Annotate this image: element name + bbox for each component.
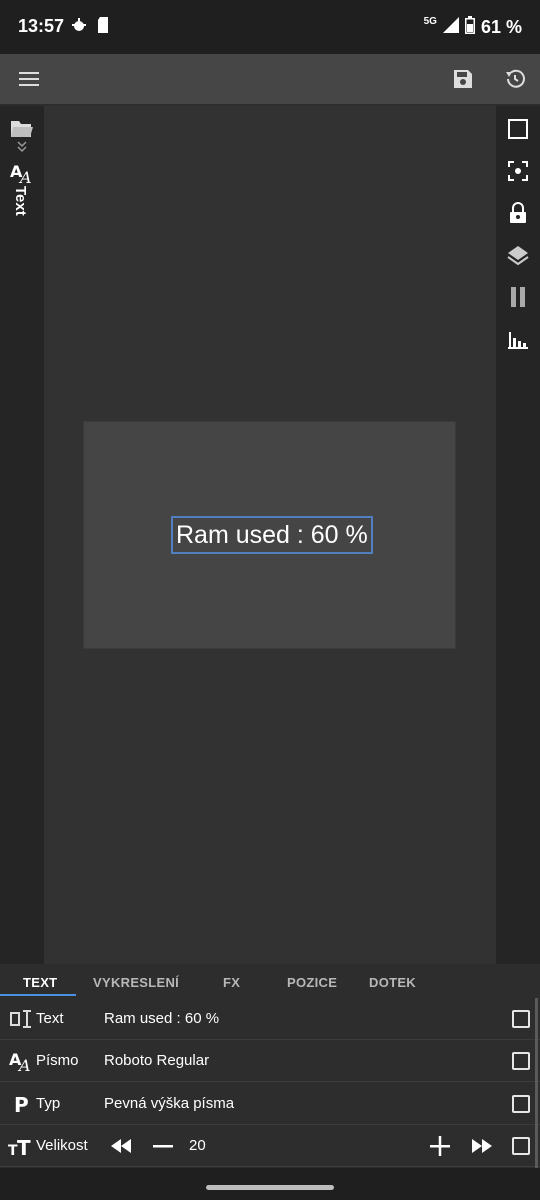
sd-card-icon <box>96 16 110 39</box>
top-toolbar <box>0 54 540 104</box>
checkbox-text[interactable] <box>512 1010 530 1028</box>
tab-pozice[interactable]: POZICE <box>287 975 337 990</box>
square-icon[interactable] <box>503 114 533 144</box>
status-bar: 13:57 5G 61 % <box>0 0 540 54</box>
font-icon[interactable]: AA <box>7 158 37 188</box>
active-tab-indicator <box>0 994 76 996</box>
pause-icon[interactable] <box>503 282 533 312</box>
tab-vykresleni[interactable]: VYKRESLENÍ <box>93 975 179 990</box>
prop-row-type[interactable]: P Typ Pevná výška písma <box>0 1083 540 1125</box>
double-chevron-down-icon[interactable] <box>7 138 37 156</box>
prop-value-font[interactable]: Roboto Regular <box>104 1052 209 1069</box>
menu-icon[interactable] <box>14 64 44 94</box>
prop-row-size: TT Velikost 20 <box>0 1125 540 1167</box>
status-time: 13:57 <box>18 16 65 36</box>
minus-icon[interactable] <box>150 1133 176 1159</box>
font-icon: AA <box>8 1048 34 1074</box>
prop-label-type: Typ <box>36 1095 61 1112</box>
history-icon[interactable] <box>500 64 530 94</box>
rewind-icon[interactable] <box>108 1133 134 1159</box>
left-rail: AA Text <box>0 106 44 964</box>
right-rail <box>496 106 540 964</box>
bug-icon <box>70 16 88 39</box>
widget-text-element[interactable]: Ram used : 60 % <box>171 516 373 554</box>
svg-text:A: A <box>17 1056 31 1073</box>
navigation-bar <box>0 1168 540 1200</box>
p-letter-icon: P <box>8 1091 34 1117</box>
save-icon[interactable] <box>448 64 478 94</box>
prop-value-text[interactable]: Ram used : 60 % <box>104 1010 219 1027</box>
scrollbar[interactable] <box>535 998 538 1168</box>
text-size-icon: TT <box>8 1133 34 1159</box>
prop-label-font: Písmo <box>36 1052 79 1069</box>
battery-icon <box>464 16 475 39</box>
tab-fx[interactable]: FX <box>223 975 240 990</box>
plus-icon[interactable] <box>427 1133 453 1159</box>
battery-percent: 61 % <box>480 17 522 37</box>
prop-value-type[interactable]: Pevná výška písma <box>104 1095 234 1112</box>
text-field-icon <box>8 1006 34 1032</box>
checkbox-font[interactable] <box>512 1052 530 1070</box>
tab-dotek[interactable]: DOTEK <box>369 975 416 990</box>
layers-icon[interactable] <box>503 240 533 270</box>
focus-icon[interactable] <box>503 156 533 186</box>
lock-icon[interactable] <box>503 198 533 228</box>
signal-icon <box>442 17 459 38</box>
svg-text:A: A <box>18 168 32 185</box>
size-value[interactable]: 20 <box>189 1137 206 1154</box>
properties-panel: Text Ram used : 60 % AA Písmo Roboto Reg… <box>0 998 540 1168</box>
prop-row-font[interactable]: AA Písmo Roboto Regular <box>0 1040 540 1082</box>
checkbox-type[interactable] <box>512 1095 530 1113</box>
fast-forward-icon[interactable] <box>469 1133 495 1159</box>
svg-text:T: T <box>17 1136 31 1157</box>
home-gesture-handle[interactable] <box>206 1185 334 1190</box>
rail-label-text: Text <box>12 186 29 216</box>
prop-row-text[interactable]: Text Ram used : 60 % <box>0 998 540 1040</box>
svg-text:P: P <box>14 1093 29 1115</box>
checkbox-size[interactable] <box>512 1137 530 1155</box>
prop-label-text: Text <box>36 1010 64 1027</box>
property-tabs: TEXT VYKRESLENÍ FX POZICE DOTEK <box>0 964 540 998</box>
prop-label-size: Velikost <box>36 1137 88 1154</box>
tab-text[interactable]: TEXT <box>23 975 57 990</box>
network-label: 5G <box>423 16 437 27</box>
chart-icon[interactable] <box>503 324 533 354</box>
